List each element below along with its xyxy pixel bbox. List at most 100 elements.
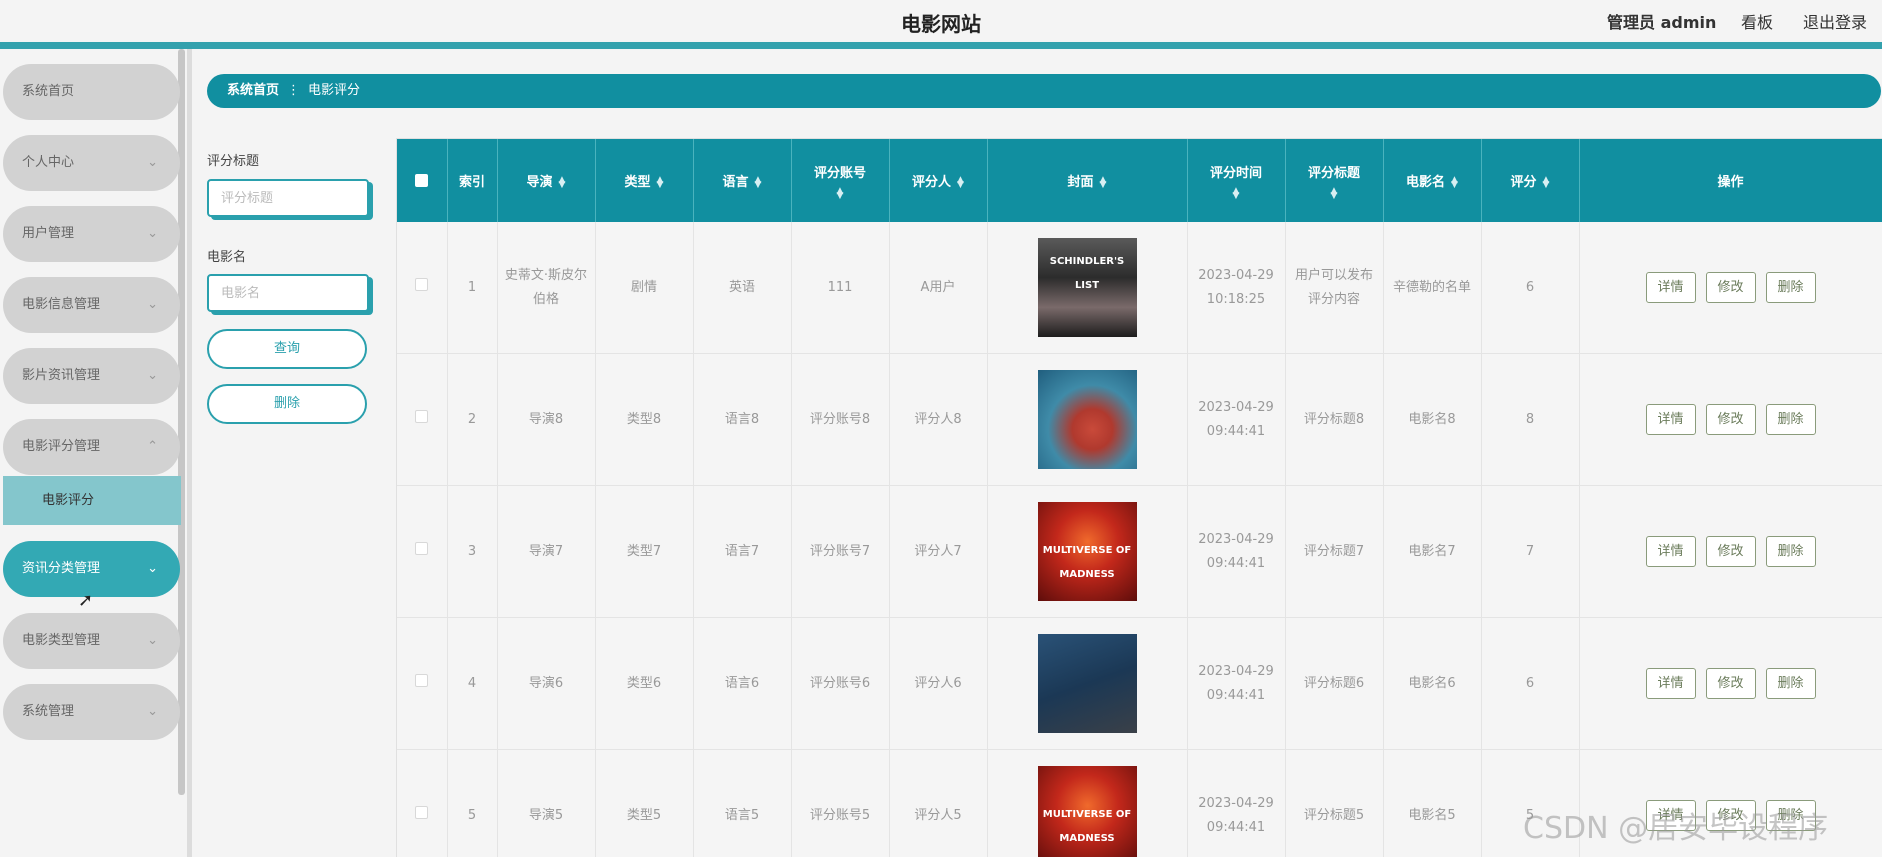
sidebar-item-system[interactable]: 系统管理 ⌄ (3, 684, 180, 740)
edit-button[interactable]: 修改 (1705, 404, 1756, 435)
dashboard-link[interactable]: 看板 (1741, 9, 1773, 33)
select-all-header[interactable] (397, 139, 448, 222)
cell-score: 8 (1481, 353, 1580, 486)
breadcrumb: 系统首页 ⋮ 电影评分 (207, 74, 1881, 108)
sidebar-item-label: 电影类型管理 (22, 633, 101, 648)
column-header-time[interactable]: 评分时间 ▲ ▼ (1187, 139, 1286, 222)
column-header-cover[interactable]: 封面 ▲ ▼ (987, 139, 1188, 222)
row-checkbox-cell[interactable] (397, 749, 448, 857)
edit-button[interactable]: 修改 (1705, 272, 1756, 303)
sidebar-item-movie-info[interactable]: 电影信息管理 ⌄ (3, 277, 180, 333)
column-header-title[interactable]: 评分标题 ▲ ▼ (1285, 139, 1384, 222)
cell-movie: 辛德勒的名单 (1383, 222, 1482, 354)
header-accent-bar (0, 42, 1882, 49)
delete-button[interactable]: 删除 (1765, 800, 1816, 831)
table-row: 4 导演6 类型6 语言6 评分账号6 评分人6 2023-04-29 09:4… (397, 617, 1882, 750)
sort-icon[interactable]: ▲ ▼ (1188, 187, 1285, 201)
cell-title: 评分标题8 (1285, 353, 1384, 486)
sidebar-subitem-movie-rating[interactable]: 电影评分 (3, 476, 181, 525)
cell-language: 语言5 (693, 749, 792, 857)
sidebar-item-news-category[interactable]: 资讯分类管理 ⌄ (3, 541, 180, 597)
sort-icon[interactable]: ▲ ▼ (657, 175, 664, 189)
delete-button[interactable]: 删除 (1765, 668, 1816, 699)
row-checkbox[interactable] (415, 673, 429, 687)
sidebar-item-film-news[interactable]: 影片资讯管理 ⌄ (3, 348, 180, 404)
delete-button[interactable]: 删除 (1765, 272, 1816, 303)
column-header-account[interactable]: 评分账号 ▲ ▼ (791, 139, 890, 222)
cell-cover: SCHINDLER'S LIST (987, 222, 1188, 354)
movie-name-input[interactable] (207, 274, 369, 312)
column-header-language[interactable]: 语言 ▲ ▼ (693, 139, 792, 222)
sort-icon[interactable]: ▲ ▼ (1543, 175, 1550, 189)
cell-index: 5 (447, 749, 498, 857)
sort-icon[interactable]: ▲ ▼ (1286, 187, 1383, 201)
detail-button[interactable]: 详情 (1645, 536, 1696, 567)
cell-cover (987, 353, 1188, 486)
cell-index: 3 (447, 485, 498, 618)
cover-image[interactable] (1037, 634, 1137, 733)
sidebar-item-movie-rating[interactable]: 电影评分管理 ⌃ (3, 419, 180, 475)
select-all-checkbox[interactable] (415, 174, 429, 187)
sort-icon[interactable]: ▲ ▼ (1451, 175, 1458, 189)
row-checkbox-cell[interactable] (397, 485, 448, 618)
sort-icon[interactable]: ▲ ▼ (559, 175, 566, 189)
row-checkbox-cell[interactable] (397, 353, 448, 486)
row-checkbox-cell[interactable] (397, 222, 448, 354)
detail-button[interactable]: 详情 (1645, 272, 1696, 303)
sort-icon[interactable]: ▲ ▼ (1100, 175, 1107, 189)
column-header-movie[interactable]: 电影名 ▲ ▼ (1383, 139, 1482, 222)
cover-image[interactable] (1037, 370, 1137, 469)
sidebar-item-home[interactable]: 系统首页 (3, 64, 180, 120)
sort-icon[interactable]: ▲ ▼ (957, 175, 964, 189)
row-checkbox[interactable] (415, 277, 429, 291)
table-row: 1 史蒂文·斯皮尔伯格 剧情 英语 111 A用户 SCHINDLER'S LI… (397, 222, 1882, 354)
top-bar: 电影网站 管理员 admin 看板 退出登录 (0, 0, 1882, 42)
edit-button[interactable]: 修改 (1705, 800, 1756, 831)
column-header-director[interactable]: 导演 ▲ ▼ (497, 139, 596, 222)
row-checkbox[interactable] (415, 805, 429, 819)
delete-button[interactable]: 删除 (1765, 536, 1816, 567)
cell-account: 评分账号6 (791, 617, 890, 750)
delete-selected-button[interactable]: 删除 (207, 384, 367, 424)
sidebar-divider (187, 49, 192, 857)
cell-score: 5 (1481, 749, 1580, 857)
logout-link[interactable]: 退出登录 (1803, 9, 1867, 33)
breadcrumb-home[interactable]: 系统首页 (227, 83, 279, 98)
sidebar-item-label: 电影评分管理 (22, 439, 101, 454)
cell-cover: MULTIVERSE OF MADNESS (987, 485, 1188, 618)
cell-language: 语言6 (693, 617, 792, 750)
edit-button[interactable]: 修改 (1705, 536, 1756, 567)
mouse-cursor-icon: ➚ (78, 590, 94, 611)
cell-director: 导演8 (497, 353, 596, 486)
sort-icon[interactable]: ▲ ▼ (792, 187, 889, 201)
edit-button[interactable]: 修改 (1705, 668, 1756, 699)
cell-title: 评分标题7 (1285, 485, 1384, 618)
cell-rater: 评分人8 (889, 353, 988, 486)
delete-button[interactable]: 删除 (1765, 404, 1816, 435)
sidebar-item-user-management[interactable]: 用户管理 ⌄ (3, 206, 180, 262)
row-checkbox[interactable] (415, 541, 429, 555)
detail-button[interactable]: 详情 (1645, 668, 1696, 699)
column-header-rater[interactable]: 评分人 ▲ ▼ (889, 139, 988, 222)
cell-language: 语言7 (693, 485, 792, 618)
row-checkbox[interactable] (415, 409, 429, 423)
cell-actions: 详情 修改 删除 (1579, 749, 1882, 857)
sidebar-item-movie-type[interactable]: 电影类型管理 ⌄ (3, 613, 180, 669)
sort-icon[interactable]: ▲ ▼ (755, 175, 762, 189)
row-checkbox-cell[interactable] (397, 617, 448, 750)
cell-type: 类型6 (595, 617, 694, 750)
cell-account: 评分账号8 (791, 353, 890, 486)
column-header-score[interactable]: 评分 ▲ ▼ (1481, 139, 1580, 222)
cover-image[interactable]: MULTIVERSE OF MADNESS (1037, 502, 1137, 601)
cell-actions: 详情 修改 删除 (1579, 222, 1882, 354)
breadcrumb-current: 电影评分 (308, 83, 361, 98)
sidebar-item-personal-center[interactable]: 个人中心 ⌄ (3, 135, 180, 191)
detail-button[interactable]: 详情 (1645, 404, 1696, 435)
column-header-type[interactable]: 类型 ▲ ▼ (595, 139, 694, 222)
query-button[interactable]: 查询 (207, 329, 367, 369)
detail-button[interactable]: 详情 (1645, 800, 1696, 831)
rating-title-input[interactable] (207, 179, 369, 217)
cover-image[interactable]: MULTIVERSE OF MADNESS (1037, 766, 1137, 857)
movie-name-label: 电影名 (207, 250, 247, 265)
cover-image[interactable]: SCHINDLER'S LIST (1037, 238, 1137, 337)
